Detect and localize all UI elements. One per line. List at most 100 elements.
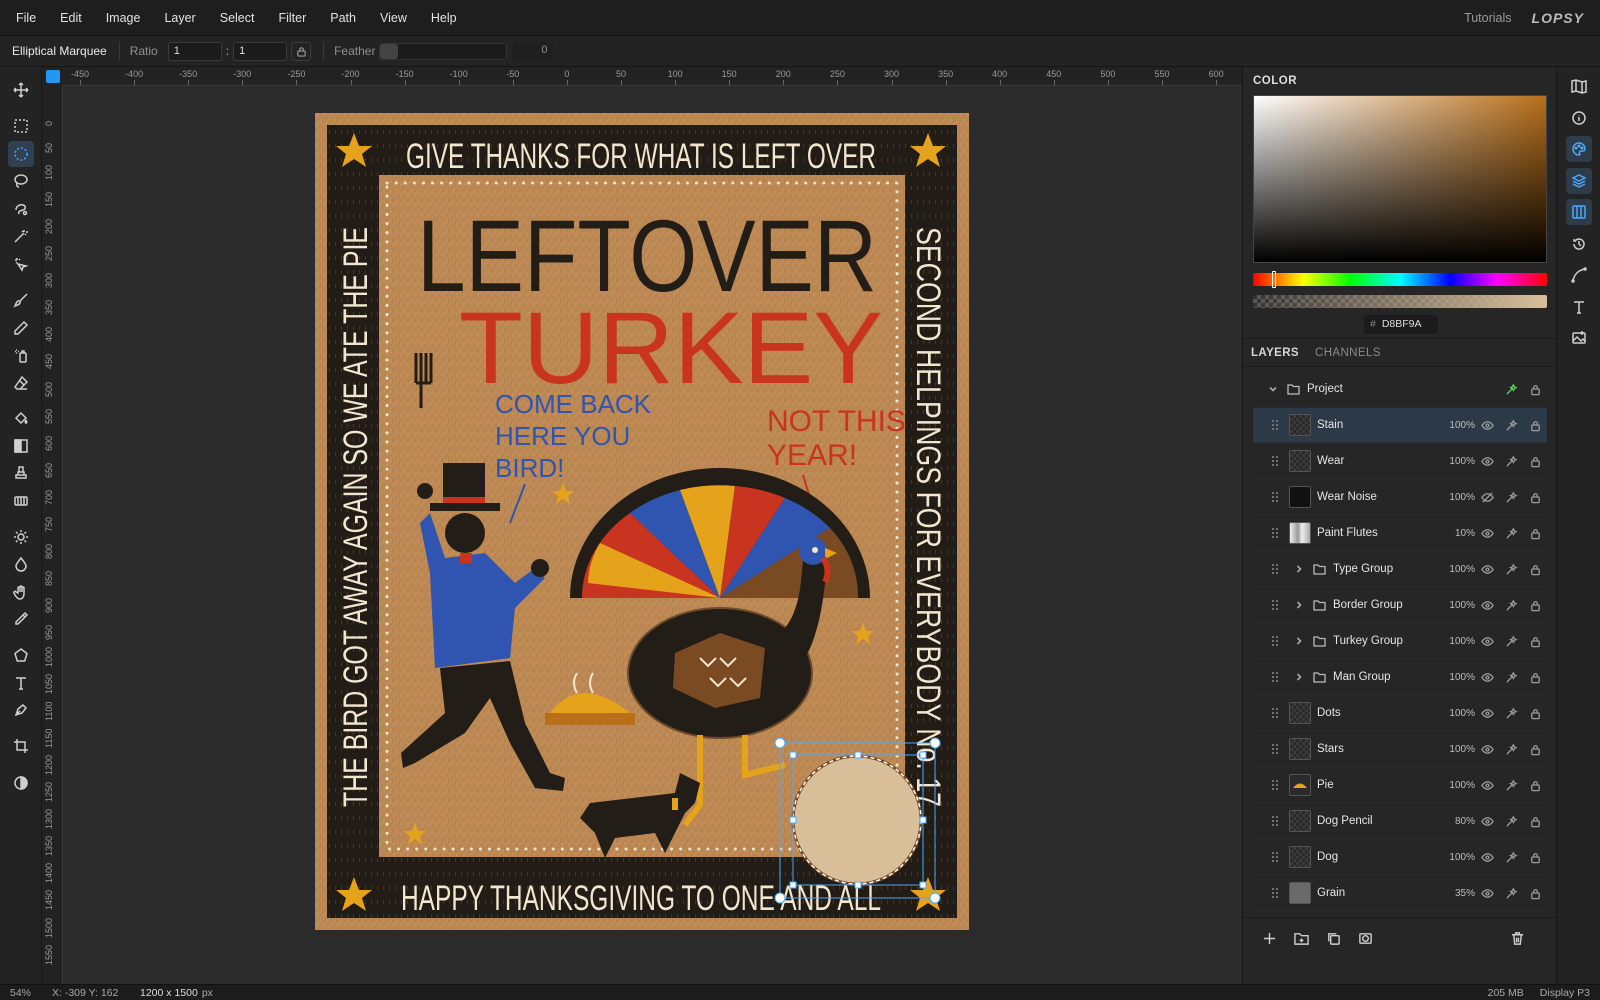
lock-icon[interactable] <box>1523 599 1547 612</box>
ratio-lock-button[interactable] <box>291 41 312 61</box>
eye-icon[interactable] <box>1475 815 1499 828</box>
history-panel-button[interactable] <box>1566 231 1592 257</box>
canvas-area[interactable]: GIVE THANKS FOR WHAT IS LEFT OVER HAPPY … <box>63 86 1242 984</box>
chevron-right-icon[interactable] <box>1293 672 1305 682</box>
layer-row[interactable]: Grain 35% <box>1253 876 1547 911</box>
transform-handle[interactable] <box>919 881 927 889</box>
fx-icon[interactable] <box>1499 634 1523 648</box>
tutorials-link[interactable]: Tutorials <box>1464 11 1511 25</box>
transform-handle[interactable] <box>854 751 862 759</box>
layer-opacity[interactable]: 100% <box>1435 780 1475 791</box>
fx-icon[interactable] <box>1499 490 1523 504</box>
add-group-button[interactable] <box>1291 928 1311 948</box>
layer-row[interactable]: Wear Noise 100% <box>1253 480 1547 515</box>
eye-icon[interactable] <box>1475 779 1499 792</box>
layer-row[interactable]: Border Group 100% <box>1253 588 1547 623</box>
fx-icon[interactable] <box>1499 670 1523 684</box>
menu-file[interactable]: File <box>0 11 48 25</box>
eye-icon[interactable] <box>1475 419 1499 432</box>
lock-icon[interactable] <box>1523 491 1547 504</box>
eye-icon[interactable] <box>1475 527 1499 540</box>
drag-handle-icon[interactable] <box>1271 599 1279 611</box>
layer-opacity[interactable]: 100% <box>1435 852 1475 863</box>
rotate-handle[interactable] <box>774 892 786 904</box>
rotate-handle[interactable] <box>929 737 941 749</box>
paint-bucket-tool[interactable] <box>8 405 34 431</box>
drag-handle-icon[interactable] <box>1271 635 1279 647</box>
layer-opacity[interactable]: 100% <box>1435 492 1475 503</box>
drag-handle-icon[interactable] <box>1271 887 1279 899</box>
pen-tool[interactable] <box>8 697 34 723</box>
layer-row[interactable]: Man Group 100% <box>1253 660 1547 695</box>
transform-handle[interactable] <box>854 881 862 889</box>
drag-handle-icon[interactable] <box>1271 815 1279 827</box>
ratio-height-input[interactable]: 1 <box>233 41 288 61</box>
rotate-handle[interactable] <box>929 892 941 904</box>
color-swap-tool[interactable] <box>8 770 34 796</box>
ratio-width-input[interactable]: 1 <box>167 41 222 61</box>
eye-icon[interactable] <box>1475 599 1499 612</box>
layer-opacity[interactable]: 100% <box>1435 564 1475 575</box>
eye-off-icon[interactable] <box>1475 491 1499 504</box>
eye-icon[interactable] <box>1475 635 1499 648</box>
chevron-down-icon[interactable] <box>1267 384 1279 394</box>
fx-icon[interactable] <box>1499 598 1523 612</box>
drag-handle-icon[interactable] <box>1271 419 1279 431</box>
layer-row[interactable]: Pie 100% <box>1253 768 1547 803</box>
lock-icon[interactable] <box>1523 635 1547 648</box>
layer-opacity[interactable]: 35% <box>1435 888 1475 899</box>
feather-slider[interactable] <box>379 42 508 60</box>
drag-handle-icon[interactable] <box>1271 563 1279 575</box>
zoom-level[interactable]: 54% <box>10 987 40 999</box>
transform-handle[interactable] <box>789 816 797 824</box>
ellipse-marquee-tool[interactable] <box>8 141 34 167</box>
feather-slider-knob[interactable] <box>380 43 399 59</box>
lock-icon[interactable] <box>1523 527 1547 540</box>
type-tool[interactable] <box>8 670 34 696</box>
mask-button[interactable] <box>1355 928 1375 948</box>
layer-row[interactable]: Stain 100% <box>1253 408 1547 443</box>
eyedropper-tool[interactable] <box>8 606 34 632</box>
hue-slider[interactable] <box>1253 273 1547 286</box>
alpha-slider[interactable] <box>1253 295 1547 308</box>
layer-opacity[interactable]: 80% <box>1435 816 1475 827</box>
layer-opacity[interactable]: 100% <box>1435 672 1475 683</box>
color-picker-field[interactable] <box>1253 95 1547 263</box>
layer-row[interactable]: Wear 100% <box>1253 444 1547 479</box>
transform-handle[interactable] <box>789 751 797 759</box>
drag-handle-icon[interactable] <box>1271 671 1279 683</box>
drag-handle-icon[interactable] <box>1271 779 1279 791</box>
gradient-tool[interactable] <box>8 433 34 459</box>
hue-slider-knob[interactable] <box>1272 271 1276 288</box>
fx-icon[interactable] <box>1499 886 1523 900</box>
layer-opacity[interactable]: 10% <box>1435 528 1475 539</box>
clone-stamp-tool[interactable] <box>8 460 34 486</box>
character-panel-button[interactable] <box>1566 294 1592 320</box>
hex-input[interactable]: # D8BF9A <box>1364 315 1438 334</box>
eye-icon[interactable] <box>1475 563 1499 576</box>
fx-icon[interactable] <box>1499 562 1523 576</box>
layer-row[interactable]: Dog 100% <box>1253 840 1547 875</box>
vertical-ruler[interactable]: 0 50 100 150 200 250 300 350 400 450 500 550 600 650 7… <box>42 86 63 984</box>
layer-row[interactable]: Stars 100% <box>1253 732 1547 767</box>
fx-icon[interactable] <box>1499 454 1523 468</box>
menu-layer[interactable]: Layer <box>152 11 207 25</box>
tab-layers[interactable]: LAYERS <box>1243 347 1307 359</box>
move-tool[interactable] <box>8 77 34 103</box>
drag-handle-icon[interactable] <box>1271 707 1279 719</box>
horizontal-ruler[interactable]: -450 -400 -350 -300 -250 -200 -150 -100 -50 0 50 10… <box>63 67 1242 86</box>
brush-tool[interactable] <box>8 287 34 313</box>
eye-icon[interactable] <box>1475 887 1499 900</box>
feather-value[interactable]: 0 <box>513 41 554 61</box>
magic-wand-tool[interactable] <box>8 223 34 249</box>
rotate-handle[interactable] <box>774 737 786 749</box>
drag-handle-icon[interactable] <box>1271 743 1279 755</box>
chevron-right-icon[interactable] <box>1293 600 1305 610</box>
dodge-tool[interactable] <box>8 524 34 550</box>
menu-select[interactable]: Select <box>208 11 267 25</box>
fx-icon[interactable] <box>1499 706 1523 720</box>
lock-icon[interactable] <box>1523 383 1547 396</box>
layer-row[interactable]: Dog Pencil 80% <box>1253 804 1547 839</box>
burn-tool[interactable] <box>8 551 34 577</box>
color-panel-button[interactable] <box>1566 136 1592 162</box>
